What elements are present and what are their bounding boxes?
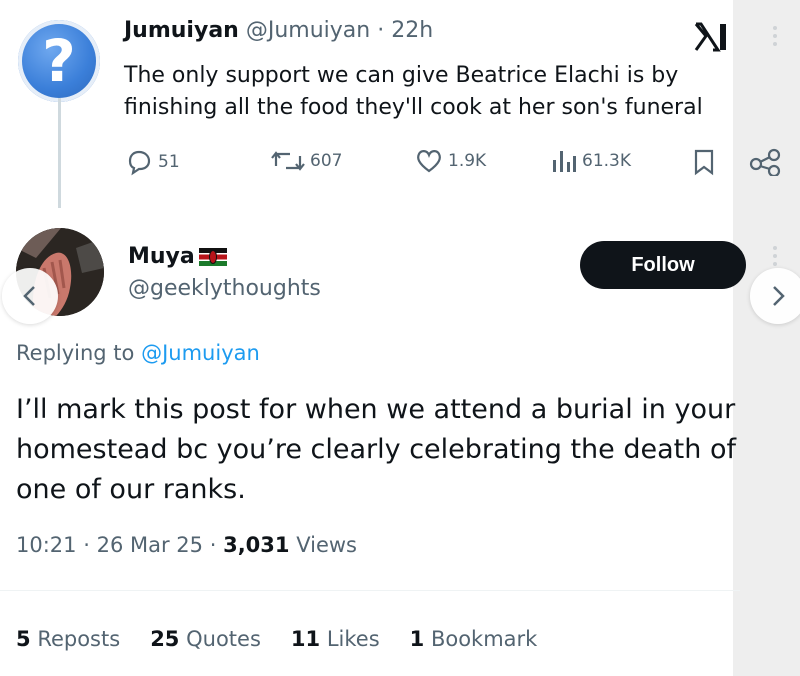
reposts-count: 5 [16, 627, 31, 651]
author-handle[interactable]: @Jumuiyan [246, 18, 370, 43]
repost-icon [271, 151, 305, 171]
avatar-glyph: ? [42, 27, 76, 95]
separator: · [209, 533, 217, 557]
replying-to-link[interactable]: @Jumuiyan [141, 341, 260, 365]
x-logo-icon [694, 22, 726, 52]
chevron-right-icon [773, 286, 785, 306]
author-name[interactable]: Muya [128, 244, 195, 269]
share-icon [749, 148, 781, 176]
reply-tweet-text: I’ll mark this post for when we attend a… [16, 394, 736, 505]
quotes-stat[interactable]: 25 Quotes [150, 627, 261, 651]
follow-button[interactable]: Follow [580, 241, 746, 289]
like-count: 1.9K [448, 151, 487, 171]
timestamp[interactable]: 22h [391, 18, 433, 43]
engagement-stats: 5 Reposts 25 Quotes 11 Likes 1 Bookmark [16, 627, 537, 651]
kenya-flag-icon [198, 247, 227, 266]
likes-label: Likes [326, 627, 380, 651]
repost-action[interactable]: 607 [270, 148, 342, 174]
reply-date[interactable]: 26 Mar 25 [97, 533, 203, 557]
more-options-icon[interactable] [772, 246, 778, 266]
original-tweet-header: Jumuiyan @Jumuiyan · 22h [124, 18, 433, 43]
views-count: 61.3K [582, 151, 631, 171]
author-handle[interactable]: @geeklythoughts [128, 276, 321, 301]
replying-prefix: Replying to [16, 341, 135, 365]
reply-author-name-row[interactable]: Muya [128, 244, 227, 269]
author-name[interactable]: Jumuiyan [124, 18, 239, 43]
bookmark-action[interactable] [692, 148, 716, 176]
views-icon [553, 151, 576, 172]
quotes-count: 25 [150, 627, 180, 651]
heart-icon [417, 150, 441, 173]
bookmarks-stat[interactable]: 1 Bookmark [410, 627, 538, 651]
separator: · [83, 533, 90, 557]
reposts-label: Reposts [37, 627, 121, 651]
reply-count: 51 [158, 152, 180, 172]
chevron-left-icon [23, 286, 35, 306]
views-count: 3,031 [223, 533, 290, 557]
carousel-next-button[interactable] [750, 268, 800, 324]
reply-action[interactable]: 51 [124, 148, 180, 176]
reply-icon [128, 150, 151, 176]
side-strip [733, 0, 800, 676]
replying-to: Replying to @Jumuiyan [16, 341, 260, 365]
bookmarks-count: 1 [409, 627, 425, 651]
thread-line [58, 98, 61, 208]
like-action[interactable]: 1.9K [414, 148, 486, 174]
separator: · [377, 18, 385, 43]
bookmark-icon [694, 149, 714, 176]
views-label: Views [296, 533, 357, 557]
bookmarks-label: Bookmark [430, 627, 538, 651]
views-action[interactable]: 61.3K [550, 148, 631, 174]
quotes-label: Quotes [186, 627, 261, 651]
repost-count: 607 [310, 151, 343, 171]
reply-time[interactable]: 10:21 [16, 533, 77, 557]
share-action[interactable] [748, 148, 782, 176]
reply-timestamp-row: 10:21 · 26 Mar 25 · 3,031 Views [16, 533, 357, 557]
original-tweet-text: The only support we can give Beatrice El… [124, 63, 703, 120]
likes-count: 11 [290, 627, 321, 651]
reposts-stat[interactable]: 5 Reposts [16, 627, 120, 651]
more-options-icon[interactable] [772, 26, 778, 46]
likes-stat[interactable]: 11 Likes [291, 627, 380, 651]
avatar[interactable]: ? [18, 20, 100, 102]
divider [0, 590, 740, 591]
carousel-prev-button[interactable] [2, 268, 58, 324]
